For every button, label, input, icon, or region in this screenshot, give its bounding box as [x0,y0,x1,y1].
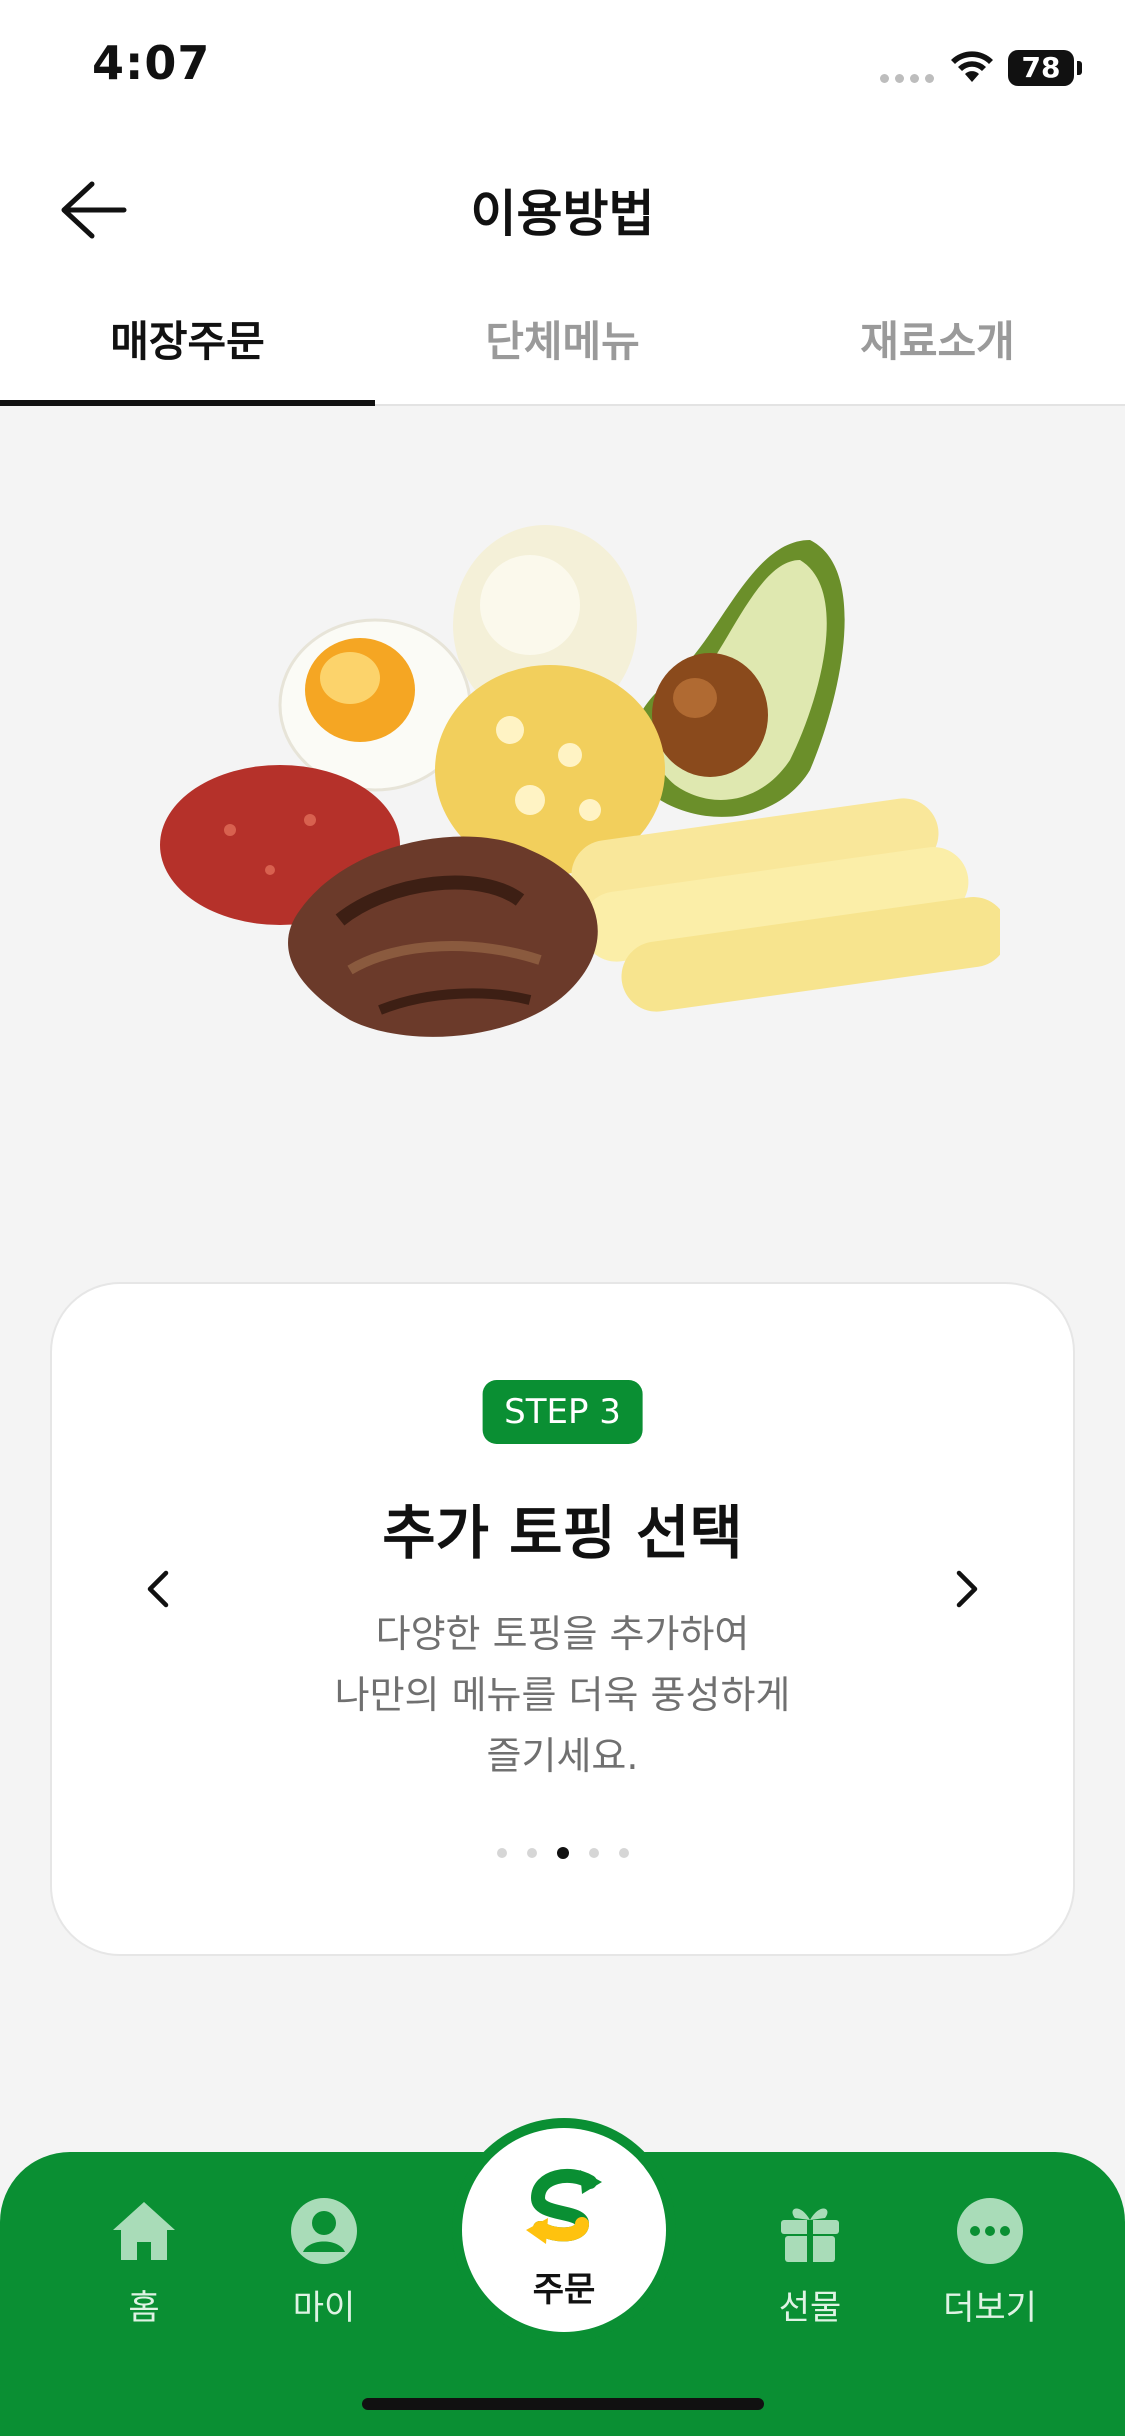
home-indicator [362,2398,764,2410]
nav-item-more[interactable]: 더보기 [920,2196,1060,2329]
nav-item-gift[interactable]: 선물 [740,2196,880,2329]
nav-item-label: 선물 [778,2288,842,2328]
cellular-signal-icon [880,74,934,83]
pagination-dot[interactable] [588,1848,599,1858]
pagination-dot[interactable] [526,1848,537,1858]
nav-item-label: 주문 [532,2270,596,2310]
nav-item-label: 마이 [292,2288,356,2328]
pagination-dot[interactable] [618,1848,629,1858]
page-title: 이용방법 [470,185,655,243]
tab-bar: 매장주문 단체메뉴 재료소개 [0,280,1125,406]
header: 이용방법 [0,140,1125,280]
pagination-dot-active[interactable] [556,1847,569,1859]
status-time: 4:07 [92,36,211,90]
nav-item-home[interactable]: 홈 [74,2196,214,2329]
step-title: 추가 토핑 선택 [382,1499,743,1567]
nav-item-order[interactable]: 주문 [462,2128,666,2332]
nav-item-my[interactable]: 마이 [254,2196,394,2329]
status-bar: 4:07 78 [0,0,1125,140]
gift-icon [781,2208,839,2262]
toppings-illustration [160,525,1000,1037]
step-description: 다양한 토핑을 추가하여 나만의 메뉴를 더욱 풍성하게 즐기세요. [52,1604,1073,1787]
wifi-icon [951,51,993,82]
step-badge: STEP 3 [482,1380,643,1444]
nav-item-label: 홈 [128,2288,160,2328]
step-description-line: 나만의 메뉴를 더욱 풍성하게 [334,1673,791,1717]
step-card: STEP 3 추가 토핑 선택 다양한 토핑을 추가하여 나만의 메뉴를 더욱 … [50,1282,1075,1956]
battery-icon: 78 [1008,50,1082,86]
pagination-dot[interactable] [496,1848,507,1858]
chevron-right-icon[interactable] [937,1559,993,1619]
nav-item-label: 더보기 [943,2288,1037,2328]
more-icon [957,2198,1023,2264]
subway-logo-icon [526,2168,602,2244]
step-description-line: 즐기세요. [486,1734,639,1778]
home-icon [113,2202,175,2260]
tab-store-order[interactable]: 매장주문 [0,280,375,406]
tab-group-menu[interactable]: 단체메뉴 [375,280,750,404]
step-description-line: 다양한 토핑을 추가하여 [375,1612,750,1656]
chevron-left-icon[interactable] [132,1559,188,1619]
profile-icon [291,2198,357,2264]
tab-ingredients[interactable]: 재료소개 [750,280,1125,404]
pagination-dots [52,1847,1073,1859]
